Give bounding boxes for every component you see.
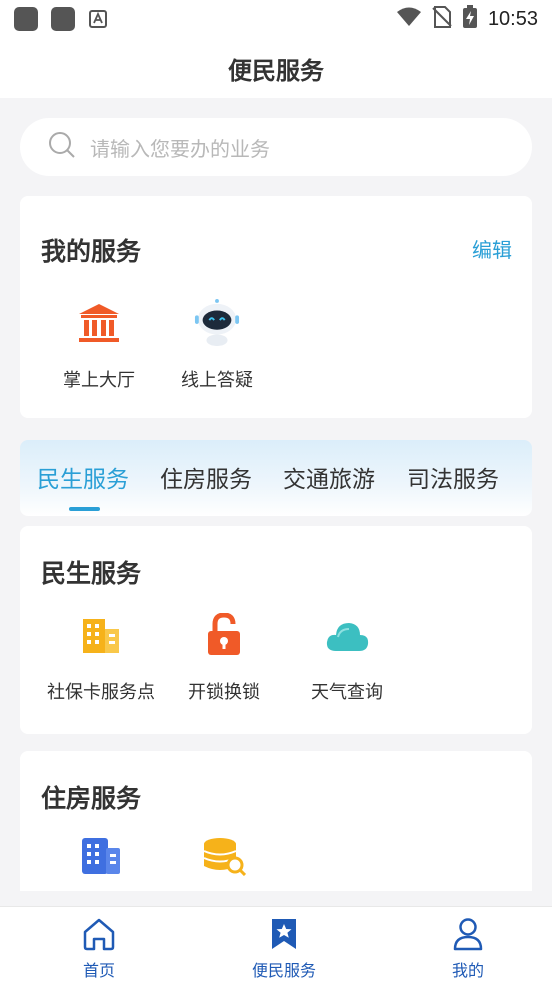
my-services-card: 我的服务 编辑 掌上大厅 线上答疑 — [20, 196, 532, 418]
search-icon — [48, 131, 76, 163]
bookmark-star-icon — [267, 917, 301, 955]
housing-section-title: 住房服务 — [41, 784, 142, 813]
coin-search-icon — [201, 833, 247, 879]
office-building-icon — [78, 833, 124, 879]
page-title: 便民服务 — [228, 56, 324, 85]
tab-housing[interactable]: 住房服务 — [160, 460, 252, 494]
bottom-nav: 首页 便民服务 我的 — [0, 906, 552, 981]
service-item-unlock[interactable]: 开锁换锁 — [164, 612, 284, 704]
search-placeholder: 请输入您要办的业务 — [90, 136, 270, 161]
edit-button[interactable]: 编辑 — [472, 234, 512, 263]
user-icon — [451, 917, 485, 955]
status-bar: 10:53 — [0, 0, 552, 38]
tab-judicial[interactable]: 司法服务 — [407, 460, 499, 494]
service-label: 天气查询 — [311, 682, 383, 703]
nav-label: 首页 — [82, 961, 115, 980]
service-item-housing-2[interactable] — [164, 833, 284, 879]
no-sim-icon — [432, 5, 452, 33]
home-icon — [82, 917, 116, 955]
nav-label: 便民服务 — [251, 961, 316, 980]
tab-livelihood[interactable]: 民生服务 — [37, 460, 129, 494]
status-time: 10:53 — [487, 7, 538, 30]
service-label: 线上答疑 — [181, 370, 253, 391]
a-app-icon — [88, 9, 108, 29]
service-label: 掌上大厅 — [63, 370, 135, 391]
category-tabs: 民生服务 住房服务 交通旅游 司法服务 — [20, 440, 532, 516]
battery-charging-icon — [462, 5, 478, 33]
service-item-online-qa[interactable]: 线上答疑 — [157, 299, 277, 392]
nav-item-home[interactable]: 首页 — [39, 917, 159, 981]
service-item-weather[interactable]: 天气查询 — [287, 612, 407, 704]
nav-label: 我的 — [451, 961, 484, 980]
nav-item-profile[interactable]: 我的 — [408, 917, 528, 981]
notification-square-icon — [14, 7, 38, 31]
notification-square-icon — [51, 7, 75, 31]
nav-item-services[interactable]: 便民服务 — [224, 917, 344, 981]
cloud-icon — [324, 612, 370, 658]
housing-section-card: 住房服务 — [20, 751, 532, 891]
my-services-title: 我的服务 — [41, 237, 142, 266]
page-header: 便民服务 — [0, 38, 552, 98]
tab-transport-travel[interactable]: 交通旅游 — [283, 460, 375, 494]
wifi-icon — [396, 7, 422, 31]
livelihood-section-title: 民生服务 — [41, 559, 142, 588]
search-area: 请输入您要办的业务 — [0, 98, 552, 178]
search-input[interactable]: 请输入您要办的业务 — [20, 118, 532, 176]
service-item-social-security-card[interactable]: 社保卡服务点 — [41, 612, 161, 704]
robot-assistant-icon — [194, 299, 240, 346]
government-hall-icon — [76, 300, 122, 346]
service-item-hall[interactable]: 掌上大厅 — [39, 300, 159, 392]
building-icon — [78, 612, 124, 658]
livelihood-section-card: 民生服务 社保卡服务点 开锁换锁 天气查询 — [20, 526, 532, 734]
unlock-icon — [201, 612, 247, 658]
service-item-housing-1[interactable] — [41, 833, 161, 879]
active-tab-indicator — [69, 507, 100, 511]
service-label: 开锁换锁 — [188, 682, 260, 703]
service-label: 社保卡服务点 — [47, 682, 155, 703]
